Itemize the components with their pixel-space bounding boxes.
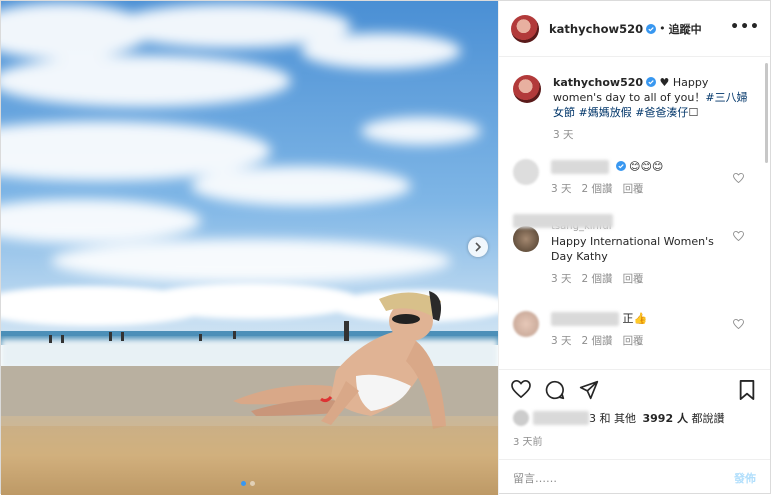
heart-icon[interactable] [511, 380, 531, 398]
comment-heart-icon[interactable] [733, 173, 744, 183]
liker-username[interactable] [533, 411, 589, 425]
post-sidebar: kathychow520 • 追蹤中 ••• kathychow520 ♥ Ha… [498, 1, 770, 495]
caption-username[interactable]: kathychow520 [553, 76, 643, 89]
comment-time: 3 天 [551, 335, 572, 347]
caption-trailing: ☐ [688, 106, 699, 119]
header-separator: • [659, 22, 666, 35]
verified-badge-icon [646, 77, 657, 87]
comment-heart-icon[interactable] [733, 319, 744, 329]
post-timestamp[interactable]: 3 天前 [513, 433, 543, 448]
more-options-button[interactable]: ••• [730, 19, 760, 35]
comment-likes[interactable]: 2 個讚 [582, 335, 613, 347]
carousel-dot-active [241, 481, 246, 486]
comment-text: 正👍 [622, 312, 648, 325]
action-icons [511, 380, 599, 400]
comment-icon[interactable] [545, 380, 565, 400]
likes-summary: 3 和 其他 3992 人 都說讚 [513, 410, 724, 426]
comment-body: tsang_kinfui Happy International Women's… [513, 214, 736, 287]
post-comment-button[interactable]: 發佈 [734, 470, 756, 486]
commenter-avatar[interactable] [513, 159, 539, 185]
add-comment-bar: 留言…… 發佈 [499, 459, 770, 495]
comment-meta: 3 天 2 個讚 回覆 [551, 334, 736, 349]
post-actions: 3 和 其他 3992 人 都說讚 3 天前 [499, 369, 770, 460]
comment-body: 正👍 3 天 2 個讚 回覆 [551, 311, 736, 349]
instagram-post: kathychow520 • 追蹤中 ••• kathychow520 ♥ Ha… [0, 0, 771, 495]
commenter-avatar[interactable] [513, 226, 539, 252]
comment-likes[interactable]: 2 個讚 [582, 183, 613, 195]
caption-avatar[interactable] [513, 75, 541, 103]
carousel-dot [250, 481, 255, 486]
comment-heart-icon[interactable] [733, 231, 744, 241]
comment-text: 😊😊😊 [629, 160, 664, 173]
comment-body: 😊😊😊 3 天 2 個讚 回覆 [551, 159, 736, 197]
comment-time: 3 天 [551, 273, 572, 285]
share-icon[interactable] [579, 380, 599, 400]
caption-time: 3 天 [553, 129, 574, 141]
author-avatar[interactable] [511, 14, 539, 43]
likes-suffix: 都說讚 [691, 412, 725, 425]
likes-count[interactable]: 3992 人 [643, 410, 688, 426]
reply-button[interactable]: 回覆 [623, 273, 644, 285]
comment-likes[interactable]: 2 個讚 [582, 273, 613, 285]
commenter-blur [513, 214, 613, 228]
commenter-avatar[interactable] [513, 311, 539, 337]
comment-time: 3 天 [551, 183, 572, 195]
reply-button[interactable]: 回覆 [623, 183, 644, 195]
verified-badge-icon [646, 23, 657, 34]
post-photo[interactable] [1, 1, 498, 495]
author-username[interactable]: kathychow520 [549, 22, 643, 36]
comment-text: Happy International Women's Day Kathy [551, 235, 714, 263]
likes-prefix: 3 和 其他 [589, 412, 636, 425]
caption-body: kathychow520 ♥ Happy women's day to all … [553, 75, 758, 143]
comment-meta: 3 天 2 個讚 回覆 [551, 182, 736, 197]
following-button[interactable]: 追蹤中 [669, 21, 702, 37]
comment-meta: 3 天 2 個讚 回覆 [551, 272, 736, 287]
liker-avatar[interactable] [513, 410, 529, 426]
beach-photo [1, 1, 498, 495]
comments-section[interactable]: kathychow520 ♥ Happy women's day to all … [499, 57, 770, 369]
carousel-indicator [241, 481, 255, 486]
post-header: kathychow520 • 追蹤中 ••• [499, 1, 770, 57]
commenter-username[interactable] [551, 312, 619, 326]
bookmark-icon[interactable] [738, 380, 756, 400]
verified-badge-icon [615, 161, 626, 171]
comments-scrollbar[interactable] [765, 63, 768, 163]
comment-input[interactable]: 留言…… [513, 470, 734, 486]
next-photo-button[interactable] [468, 237, 488, 257]
commenter-username[interactable] [551, 160, 609, 174]
reply-button[interactable]: 回覆 [623, 335, 644, 347]
next-arrow-icon [475, 242, 482, 252]
